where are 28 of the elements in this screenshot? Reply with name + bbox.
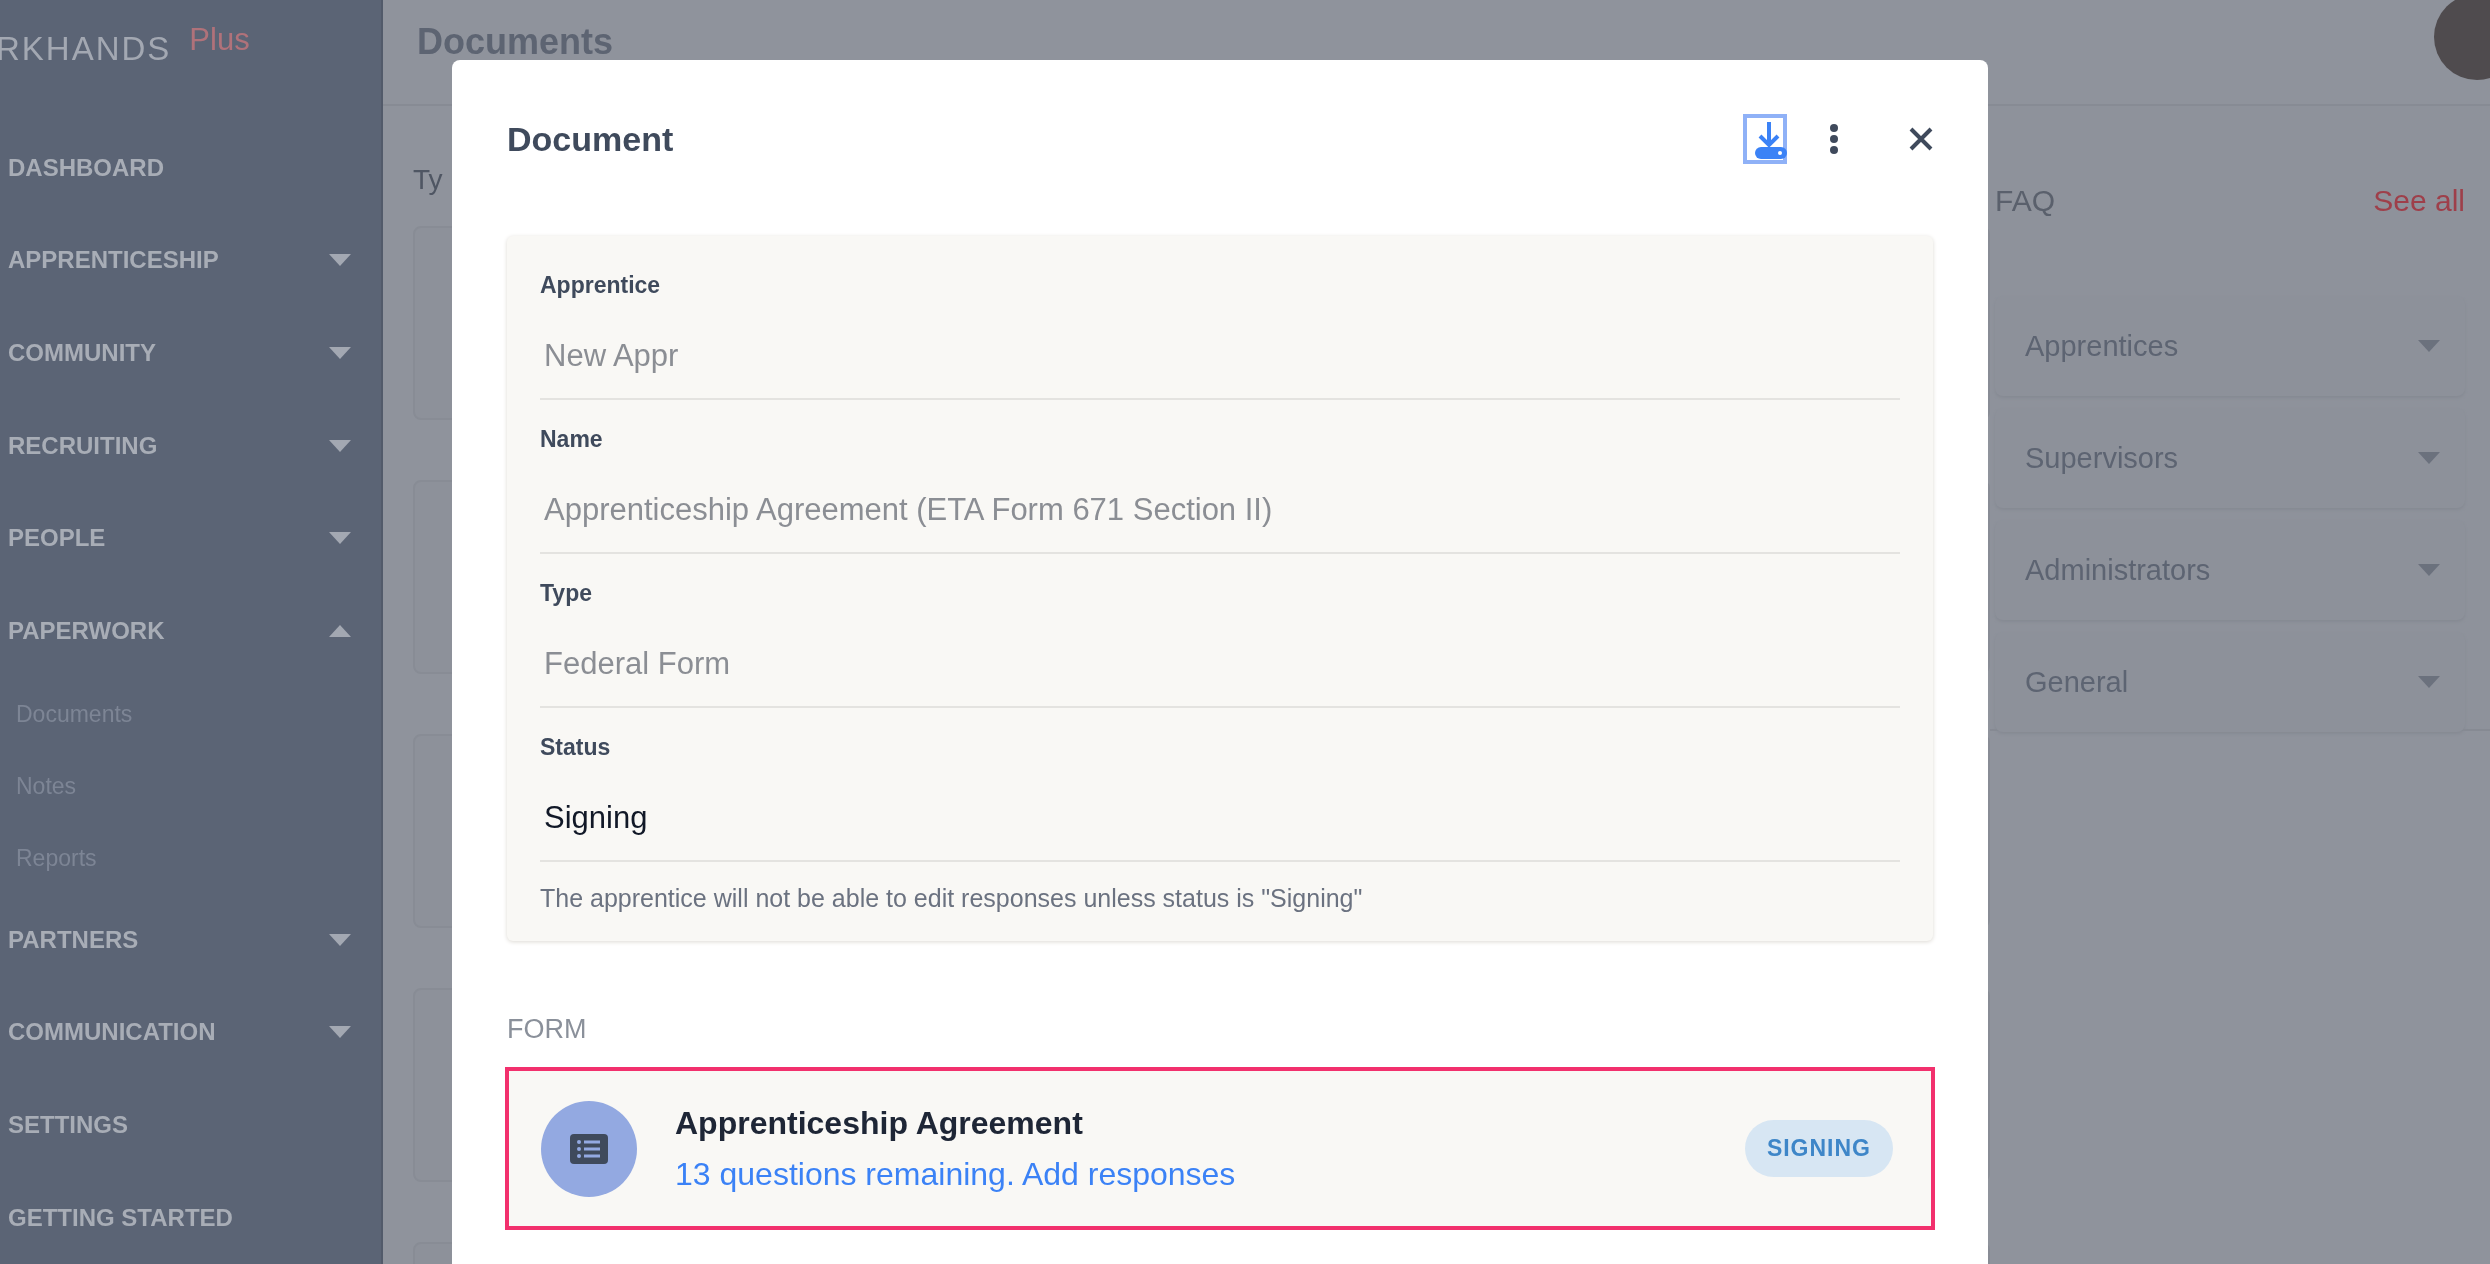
form-title: Apprenticeship Agreement	[675, 1104, 1084, 1142]
helper-text: The apprentice will not be able to edit responses unless status is "Signing"	[540, 884, 1364, 913]
see-all-link[interactable]: See all	[2373, 184, 2465, 218]
sidebar-item[interactable]: PEOPLE	[0, 492, 381, 585]
input-field[interactable]: Signing	[540, 776, 1900, 862]
sidebar-item[interactable]: SETTINGS	[0, 1078, 381, 1172]
dialog-title: Document	[507, 119, 675, 159]
sidebar-item[interactable]: DASHBOARD	[0, 121, 381, 215]
sidebar-item[interactable]: APPRENTICESHIP	[0, 214, 381, 307]
download-icon[interactable]	[1743, 114, 1787, 164]
field-label: Status	[540, 733, 612, 762]
close-icon[interactable]	[1909, 127, 1933, 151]
add-responses-link[interactable]: 13 questions remaining. Add responses	[675, 1155, 1236, 1193]
field-label: Apprentice	[540, 271, 662, 300]
sidebar-item[interactable]: COMMUNITY	[0, 306, 381, 400]
sidebar-item[interactable]: COMMUNICATION	[0, 986, 381, 1079]
sidebar-item[interactable]: GETTING STARTED	[0, 1171, 381, 1264]
field-label: Name	[540, 425, 604, 454]
status-badge: SIGNING	[1744, 1120, 1893, 1177]
field-label: Type	[540, 579, 593, 608]
section-label: FORM	[507, 1013, 588, 1046]
sidebar-item[interactable]: PARTNERS	[0, 893, 381, 986]
form-item[interactable]: Apprenticeship Agreement 13 questions remaining. Add responses SIGNING	[505, 1067, 1935, 1230]
filter-label: Ty	[413, 164, 443, 196]
sidebar-item[interactable]: PAPERWORK	[0, 584, 381, 678]
plan-label: Plus	[189, 22, 250, 58]
more-options-icon[interactable]	[1829, 124, 1839, 154]
sidebar-item[interactable]: RECRUITING	[0, 399, 381, 493]
